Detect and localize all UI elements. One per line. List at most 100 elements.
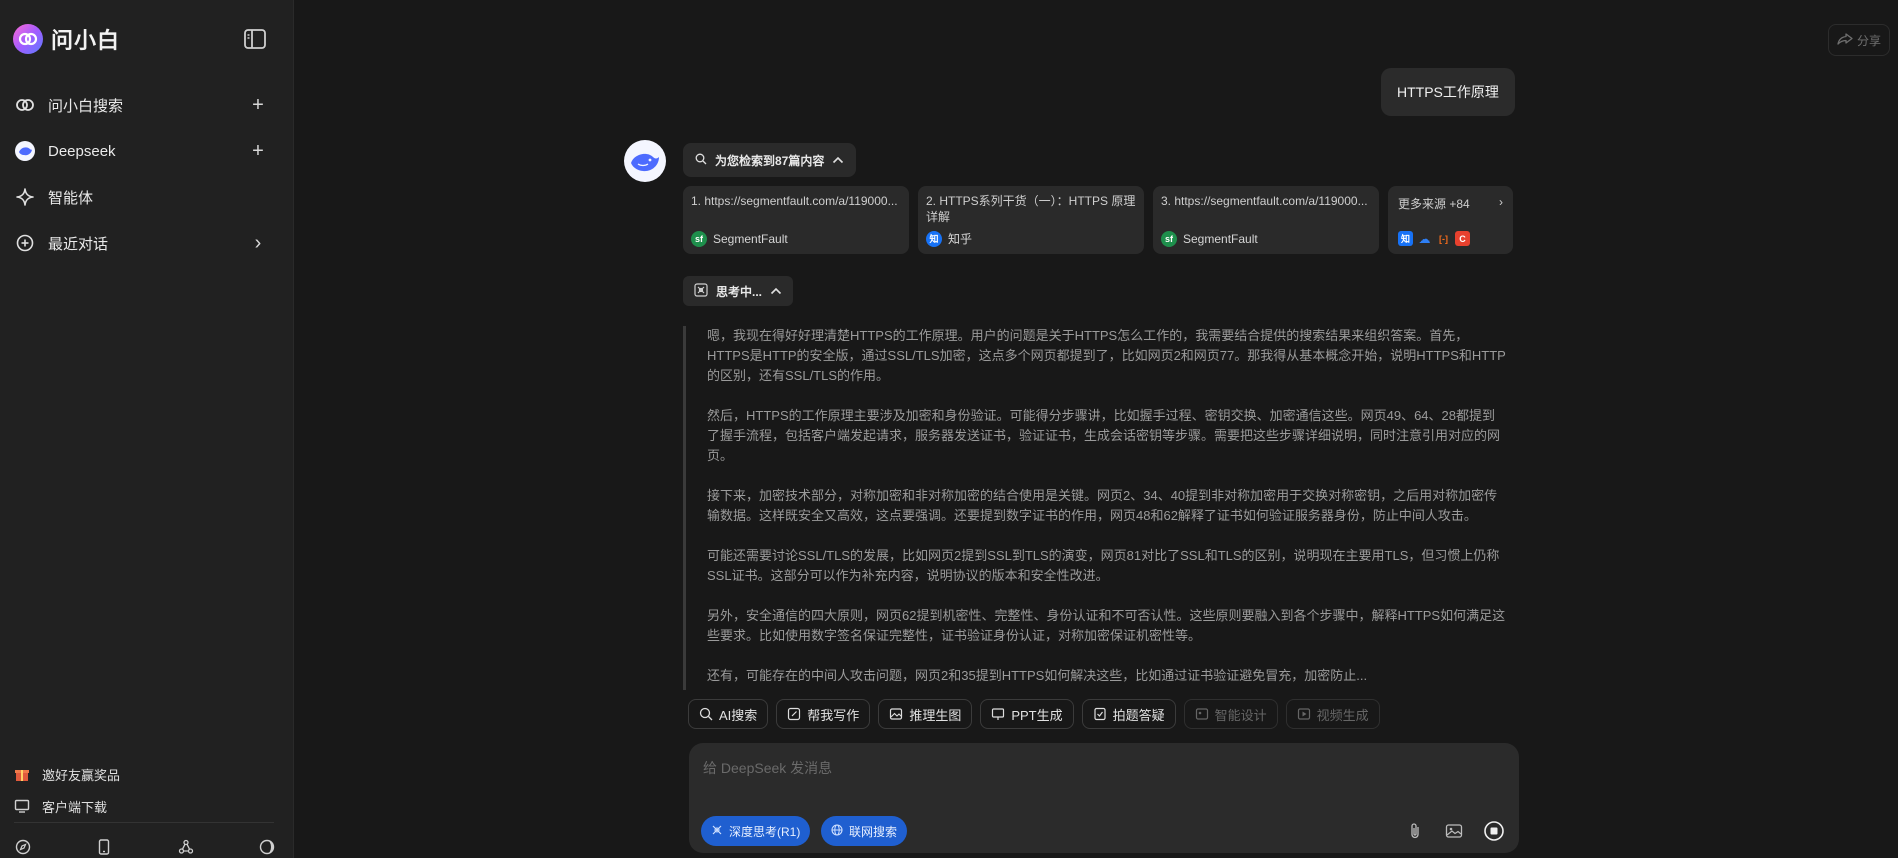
tool-ai-search[interactable]: AI搜索 [688, 699, 769, 729]
web-search-label: 联网搜索 [849, 824, 898, 839]
sidebar-nav: 问小白搜索 + Deepseek + 智能体 最近对话 › [0, 82, 294, 266]
thinking-paragraph: 嗯，我现在得好好理清楚HTTPS的工作原理。用户的问题是关于HTTPS怎么工作的… [707, 328, 1506, 383]
client-download-link[interactable]: 客户端下载 [14, 790, 280, 822]
tool-label: 智能设计 [1214, 707, 1267, 723]
tool-label: 视频生成 [1316, 707, 1369, 723]
source-title: 2. HTTPS系列干货（一）：HTTPS 原理详解 [926, 194, 1136, 224]
deep-think-toggle[interactable]: 深度思考(R1) [701, 816, 811, 846]
tool-photo-qa[interactable]: 拍题答疑 [1081, 699, 1176, 729]
sparkle-icon [14, 186, 36, 208]
sidebar-item-label: Deepseek [48, 142, 116, 160]
source-card[interactable]: 1. https://segmentfault.com/a/119000... … [683, 186, 909, 254]
user-message: HTTPS工作原理 [1381, 68, 1515, 116]
sidebar-item-recent-chats[interactable]: 最近对话 › [0, 220, 294, 266]
compass-icon[interactable] [14, 838, 32, 856]
source-site-name: 知乎 [948, 232, 973, 246]
tool-label: AI搜索 [719, 707, 758, 723]
deep-think-label: 深度思考(R1) [729, 824, 801, 839]
brand-logo-icon [13, 24, 43, 54]
thinking-quote-bar [683, 326, 686, 690]
thinking-paragraph: 还有，可能存在的中间人攻击问题，网页2和35提到HTTPS如何解决这些，比如通过… [707, 668, 1368, 683]
sidebar-item-deepseek[interactable]: Deepseek + [0, 128, 294, 174]
sidebar-item-wenxiaobai-search[interactable]: 问小白搜索 + [0, 82, 294, 128]
message-input[interactable] [701, 755, 1505, 781]
source-site-name: SegmentFault [713, 232, 788, 246]
segmentfault-logo-icon: sf [1161, 231, 1177, 247]
tool-label: 拍题答疑 [1112, 707, 1165, 723]
globe-icon [831, 823, 843, 839]
image-upload-icon[interactable] [1445, 822, 1463, 840]
source-cards: 1. https://segmentfault.com/a/119000... … [683, 186, 1513, 254]
brand-name: 问小白 [51, 28, 121, 53]
source-title: 3. https://segmentfault.com/a/119000... [1161, 194, 1368, 208]
chevron-right-icon: › [1499, 195, 1503, 209]
tool-ppt[interactable]: PPT生成 [980, 699, 1074, 729]
ai-search-icon [699, 707, 713, 721]
tool-image-gen[interactable]: 推理生图 [878, 699, 973, 729]
attachment-icon[interactable] [1406, 822, 1424, 840]
tool-chips: AI搜索 帮我写作 推理生图 PPT生成 拍题答疑 智能设计 视频生成 [688, 699, 1380, 729]
thinking-toggle[interactable]: 思考中... [683, 276, 794, 306]
monitor-icon [14, 798, 30, 814]
segmentfault-logo-icon: sf [691, 231, 707, 247]
thinking-paragraph: 接下来，加密技术部分，对称加密和非对称加密的结合使用是关键。网页2、34、40提… [707, 488, 1498, 523]
share-button[interactable]: 分享 [1828, 24, 1890, 56]
chevron-up-icon [832, 153, 844, 167]
sidebar-toggle-icon[interactable] [243, 28, 267, 50]
thinking-paragraph: 另外，安全通信的四大原则，网页62提到机密性、完整性、身份认证和不可否认性。这些… [707, 608, 1506, 643]
chevron-right-icon[interactable]: › [248, 232, 268, 254]
deep-think-icon [694, 282, 708, 300]
presentation-icon [991, 707, 1005, 721]
deep-think-icon [711, 824, 723, 839]
chat-add-icon [14, 232, 36, 254]
tool-smart-design[interactable]: 智能设计 [1183, 699, 1278, 729]
design-icon [1195, 707, 1209, 721]
more-sources-label: 更多来源 +84 [1398, 197, 1470, 211]
image-icon [889, 707, 903, 721]
add-icon[interactable]: + [248, 94, 268, 116]
tool-label: 推理生图 [909, 707, 962, 723]
source-site: sf SegmentFault [691, 231, 788, 247]
more-sources-icons: 知 ☁ [-] C [1398, 231, 1470, 246]
gift-icon [14, 766, 30, 782]
link-rings-icon [14, 94, 36, 116]
sidebar-item-label: 问小白搜索 [48, 97, 124, 115]
search-results-toggle[interactable]: 为您检索到87篇内容 [683, 143, 857, 177]
add-icon[interactable]: + [248, 140, 268, 162]
document-check-icon [1093, 707, 1107, 721]
csdn-logo-icon: C [1455, 231, 1470, 246]
mobile-icon[interactable] [95, 838, 113, 856]
thinking-label: 思考中... [716, 284, 763, 299]
tool-label: 帮我写作 [807, 707, 860, 723]
tool-writing[interactable]: 帮我写作 [776, 699, 871, 729]
theme-toggle-icon[interactable] [258, 838, 276, 856]
sidebar-item-label: 最近对话 [48, 235, 109, 253]
source-site: sf SegmentFault [1161, 231, 1258, 247]
sidebar-item-label: 智能体 [48, 189, 94, 207]
chevron-up-icon [770, 284, 782, 298]
sidebar-divider [14, 822, 274, 823]
invite-friends-label: 邀好友赢奖品 [42, 767, 121, 783]
source-card[interactable]: 3. https://segmentfault.com/a/119000... … [1153, 186, 1379, 254]
share-icon [1837, 32, 1853, 48]
community-icon[interactable] [177, 838, 195, 856]
more-sources-card[interactable]: 更多来源 +84 › 知 ☁ [-] C [1388, 186, 1513, 254]
source-title: 1. https://segmentfault.com/a/119000... [691, 194, 898, 208]
sidebar-item-agents[interactable]: 智能体 [0, 174, 294, 220]
stop-generation-icon[interactable] [1484, 821, 1504, 841]
edit-icon [787, 707, 801, 721]
sidebar-bottom-icons [14, 838, 276, 856]
zhihu-logo-icon: 知 [926, 230, 942, 247]
source-card[interactable]: 2. HTTPS系列干货（一）：HTTPS 原理详解 知 知乎 [918, 186, 1144, 254]
invite-friends-link[interactable]: 邀好友赢奖品 [14, 758, 280, 790]
share-label: 分享 [1856, 33, 1881, 48]
thinking-paragraph: 然后，HTTPS的工作原理主要涉及加密和身份验证。可能得分步骤讲，比如握手过程、… [707, 408, 1501, 463]
cloud-logo-icon: ☁ [1418, 231, 1431, 246]
sidebar-bottom-links: 邀好友赢奖品 客户端下载 [14, 758, 280, 822]
tool-video-gen[interactable]: 视频生成 [1285, 699, 1380, 729]
search-summary-text: 为您检索到87篇内容 [715, 153, 825, 168]
thinking-paragraph: 可能还需要讨论SSL/TLS的发展，比如网页2提到SSL到TLS的演变，网页81… [707, 548, 1500, 583]
brand[interactable]: 问小白 [13, 24, 120, 54]
web-search-toggle[interactable]: 联网搜索 [821, 816, 908, 846]
video-icon [1297, 707, 1311, 721]
